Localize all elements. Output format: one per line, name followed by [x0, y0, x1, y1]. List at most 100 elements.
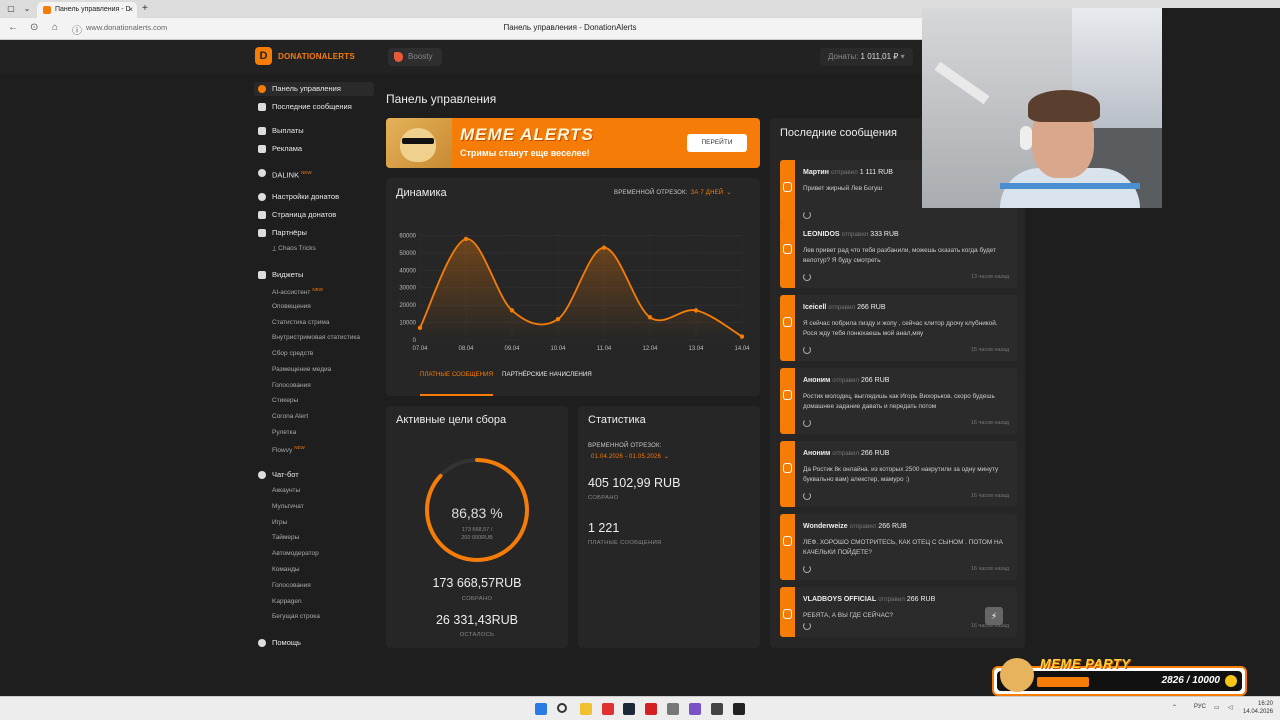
browser-tab[interactable]: Панель управления - D ×: [37, 2, 137, 18]
meme-party-overlay: 2826 / 10000 MEME PARTY: [992, 656, 1247, 696]
banner-go-button[interactable]: ПЕРЕЙТИ: [687, 134, 747, 152]
sidebar-item-partners[interactable]: Партнёры: [254, 226, 307, 240]
message-text: Ростик молодец, выглядишь как Игорь Вихо…: [803, 393, 995, 410]
sidebar-item-donate-settings[interactable]: Настройки донатов: [254, 190, 339, 204]
replay-icon[interactable]: [803, 346, 811, 354]
network-icon[interactable]: ▭: [1214, 704, 1220, 711]
message-time: 16 часов назад: [971, 420, 1009, 426]
volume-icon[interactable]: ◁: [1228, 704, 1233, 711]
message-card[interactable]: LEONIDOS отправил 333 RUB Лев привет рад ч…: [780, 222, 1017, 288]
sidebar-subitem[interactable]: Оповещения: [272, 303, 311, 310]
sidebar-subitem[interactable]: Kappagen: [272, 598, 302, 605]
page-icon: [258, 211, 266, 219]
sidebar-item-widgets[interactable]: Виджеты: [254, 268, 303, 282]
windows-start-icon[interactable]: [535, 703, 547, 715]
sidebar-subitem[interactable]: Рулетка: [272, 429, 296, 436]
lightning-icon[interactable]: ⚡: [985, 607, 1003, 625]
discord-icon[interactable]: [689, 703, 701, 715]
replay-icon[interactable]: [803, 273, 811, 281]
sidebar-subitem[interactable]: ⟂ Chaos Tricks: [272, 245, 316, 253]
sidebar-subitem[interactable]: Внутристримовая статистика: [272, 334, 360, 341]
replay-icon[interactable]: [803, 211, 811, 219]
clock-date: 14.04.2026: [1243, 709, 1274, 715]
sidebar-subitem[interactable]: Таймеры: [272, 534, 299, 541]
language-indicator[interactable]: РУС: [1194, 704, 1206, 710]
sidebar-subitem[interactable]: Corona Alert: [272, 413, 308, 420]
tab-partner-accruals[interactable]: ПАРТНЁРСКИЕ НАЧИСЛЕНИЯ: [502, 371, 592, 378]
sidebar-item-label: Последние сообщения: [272, 102, 352, 111]
steam-icon[interactable]: [623, 703, 635, 715]
message-card[interactable]: Iceicell отправил 266 RUB Я сейчас побрила…: [780, 295, 1017, 361]
sidebar-subitem[interactable]: Голосования: [272, 382, 311, 389]
clock[interactable]: 16:20 14.04.2026: [1243, 700, 1273, 716]
sidebar-item-recent-messages[interactable]: Последние сообщения: [254, 100, 352, 114]
replay-icon[interactable]: [803, 622, 811, 630]
sidebar-item-ads[interactable]: Реклама: [254, 142, 302, 156]
tray-chevron-icon[interactable]: ⌃: [1172, 704, 1177, 711]
webcam-side-panel: [1162, 8, 1280, 208]
new-tab-icon[interactable]: +: [142, 3, 148, 14]
donates-dropdown[interactable]: Донаты: 1 011,01 ₽ ▾: [820, 48, 913, 66]
sidebar-subitem[interactable]: Сбор средств: [272, 350, 313, 357]
replay-icon[interactable]: [803, 565, 811, 573]
yandex-browser-icon[interactable]: [602, 703, 614, 715]
chart-point: [601, 245, 607, 250]
taskbar: ⌃ РУС ▭ ◁ 16:20 14.04.2026: [0, 696, 1280, 720]
sidebar-item-help[interactable]: Помощь: [254, 636, 301, 650]
message-card[interactable]: Аноним отправил 266 RUB Ростик молодец, вы…: [780, 368, 1017, 434]
sidebar-subitem[interactable]: Статистика стрима: [272, 319, 330, 326]
message-time: 13 часов назад: [971, 274, 1009, 280]
sidebar-subitem[interactable]: Аккаунты: [272, 487, 300, 494]
browser-menu-icon[interactable]: ▢: [4, 3, 18, 15]
app2-icon[interactable]: [733, 703, 745, 715]
message-accent: [780, 441, 795, 507]
replay-icon[interactable]: [803, 492, 811, 500]
sidebar-item-chatbot[interactable]: Чат-бот: [254, 468, 299, 482]
obs-icon[interactable]: [711, 703, 723, 715]
stats-period-value[interactable]: 01.04.2026 - 01.05.2026 ⌄: [588, 453, 669, 460]
boosty-button[interactable]: Boosty: [388, 48, 442, 66]
message-card[interactable]: VLADBOYS OFFICIAL отправил 266 RUB РЕБЯТА,…: [780, 587, 1017, 637]
sidebar-subitem[interactable]: Стикеры: [272, 397, 298, 404]
sidebar-subitem[interactable]: Бегущая строка: [272, 613, 320, 620]
message-card[interactable]: Wonderweize отправил 266 RUB ЛЕФ. ХОРОШО С…: [780, 514, 1017, 580]
dynamics-period[interactable]: ВРЕМЕННОЙ ОТРЕЗОК: ЗА 7 ДНЕЙ ⌄: [614, 189, 732, 196]
app-icon[interactable]: [667, 703, 679, 715]
message-verb: отправил: [878, 596, 905, 603]
donationalerts-logo-icon: D: [255, 47, 272, 65]
sidebar-subitem[interactable]: Голосования: [272, 582, 311, 589]
donates-value: 1 011,01 ₽: [860, 52, 899, 61]
close-tab-icon[interactable]: ×: [128, 2, 133, 18]
active-tab-indicator: [420, 394, 493, 396]
sidebar-item-donate-page[interactable]: Страница донатов: [254, 208, 336, 222]
yandex-icon[interactable]: [645, 703, 657, 715]
doge-image: [386, 118, 452, 168]
dashboard-icon: [258, 85, 266, 93]
folder-icon[interactable]: [580, 703, 592, 715]
sidebar-subitem[interactable]: Игры: [272, 519, 287, 526]
message-card[interactable]: Аноним отправил 266 RUB Да Ростик 8к онлай…: [780, 441, 1017, 507]
period-value: ЗА 7 ДНЕЙ: [690, 190, 724, 196]
sidebar-item-dalink[interactable]: DALINK NEW: [254, 166, 312, 180]
sidebar-subitem[interactable]: Мультичат: [272, 503, 304, 510]
sidebar-subitem[interactable]: AI-ассистент NEW: [272, 287, 323, 296]
tab-title: Панель управления - D: [55, 6, 131, 13]
sidebar-subitem[interactable]: Команды: [272, 566, 300, 573]
replay-icon[interactable]: [803, 419, 811, 427]
sidebar-item-dashboard[interactable]: Панель управления: [254, 82, 374, 96]
sidebar-item-payouts[interactable]: Выплаты: [254, 124, 304, 138]
sidebar-subitem[interactable]: Flowvy NEW: [272, 445, 305, 454]
chart-y-tick-label: 40000: [399, 268, 416, 274]
tab-list-icon[interactable]: ⌄: [20, 3, 34, 15]
gear-icon: [258, 193, 266, 201]
stats-collected-label: СОБРАНО: [588, 495, 619, 501]
tab-paid-messages[interactable]: ПЛАТНЫЕ СООБЩЕНИЯ: [420, 371, 493, 378]
webcam-overlay: [922, 8, 1162, 208]
message-header: Iceicell отправил 266 RUB: [803, 304, 886, 311]
sidebar-subitem[interactable]: Автомодератор: [272, 550, 319, 557]
search-icon[interactable]: [557, 703, 567, 713]
meme-alerts-banner[interactable]: MEME ALERTS Стримы станут еще веселее! П…: [386, 118, 760, 168]
message-header: Мартин отправил 1 111 RUB: [803, 169, 893, 176]
sidebar-subitem[interactable]: Размещение медиа: [272, 366, 331, 373]
logo-text: DONATIONALERTS: [278, 52, 355, 61]
